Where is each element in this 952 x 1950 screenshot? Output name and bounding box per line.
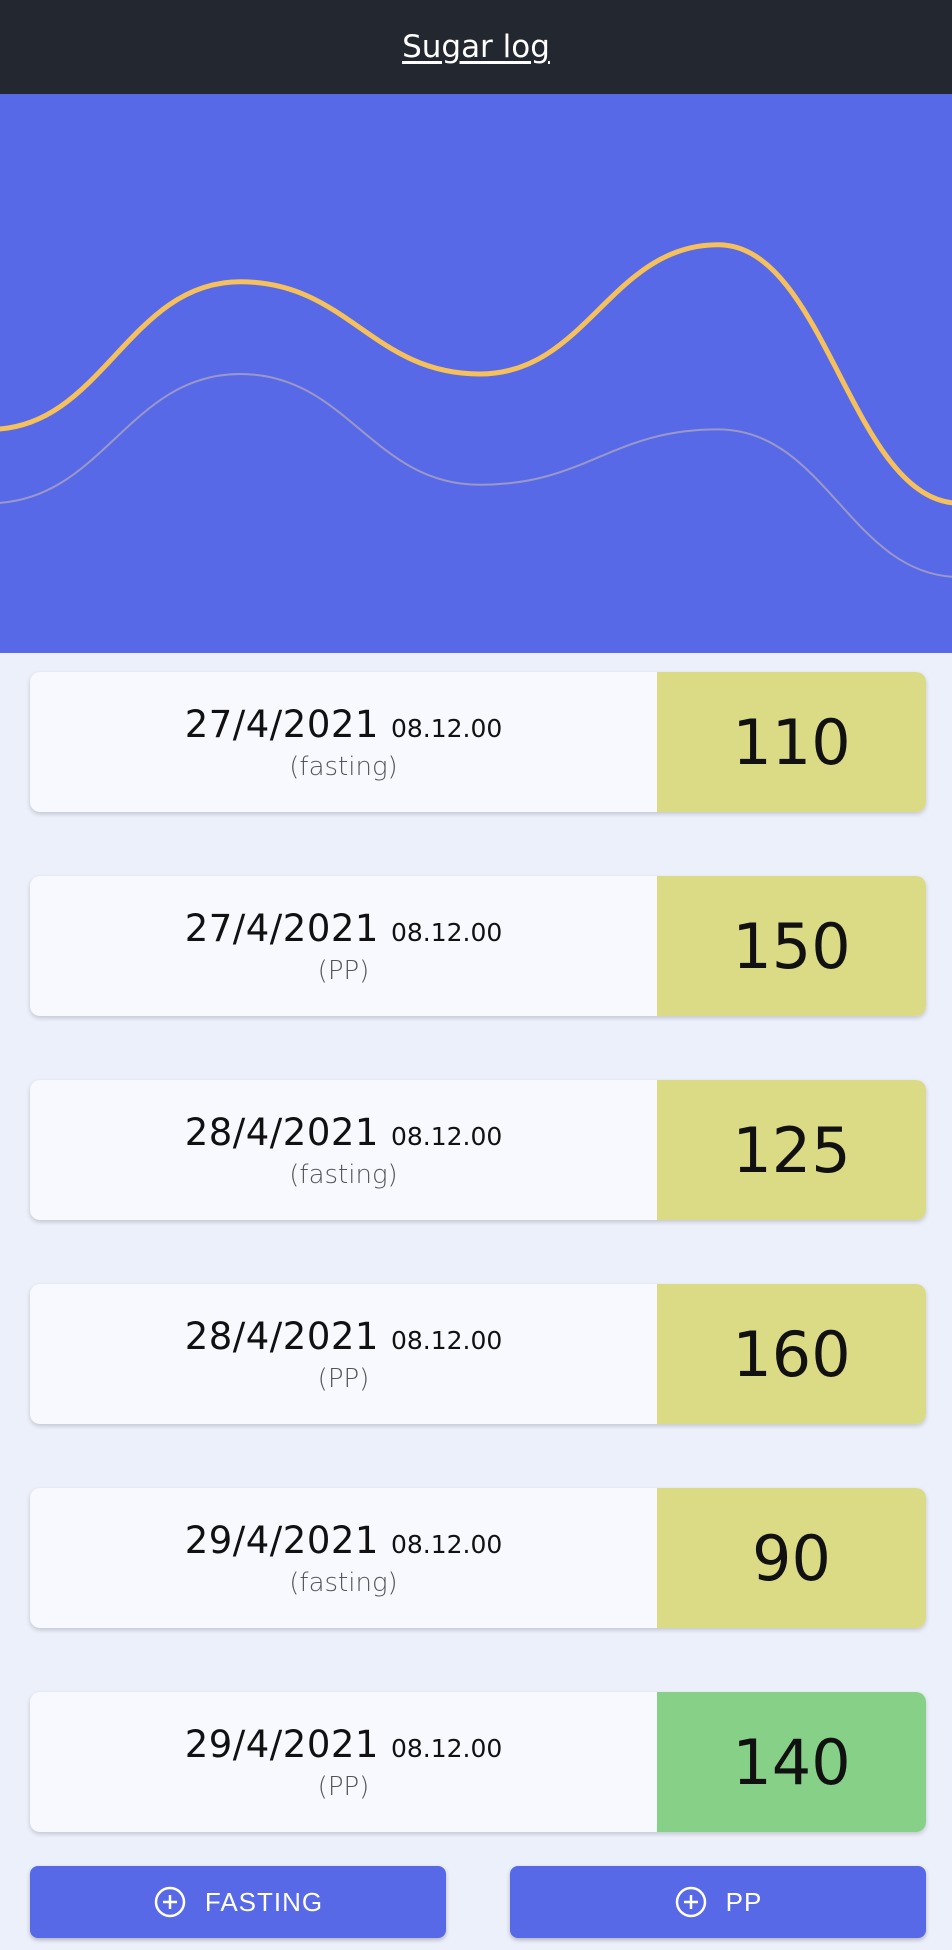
log-entry-type: (fasting)	[289, 1567, 398, 1598]
sugar-chart	[0, 94, 952, 653]
log-entry-type: (fasting)	[289, 751, 398, 782]
log-entry-time: 08.12.00	[390, 1325, 503, 1355]
log-entry-time: 08.12.00	[390, 1733, 503, 1763]
log-entry-value: 150	[657, 876, 926, 1016]
log-entry-time: 08.12.00	[390, 1121, 503, 1151]
log-entry-date: 28/4/2021	[184, 1314, 379, 1358]
log-entry-info: 27/4/2021 08.12.00 (PP)	[30, 876, 657, 1016]
chart-series-secondary-line	[0, 372, 952, 578]
log-entry-type: (fasting)	[289, 1159, 398, 1190]
log-entry[interactable]: 29/4/2021 08.12.00 (PP) 140	[30, 1692, 926, 1832]
log-entry[interactable]: 27/4/2021 08.12.00 (PP) 150	[30, 876, 926, 1016]
sugar-chart-svg	[0, 242, 952, 578]
log-entry-time: 08.12.00	[390, 917, 503, 947]
log-entry-type: (PP)	[317, 1363, 370, 1394]
log-entry-datetime: 27/4/2021 08.12.00	[185, 907, 503, 950]
log-entry[interactable]: 28/4/2021 08.12.00 (fasting) 125	[30, 1080, 926, 1220]
plus-circle-icon	[674, 1885, 708, 1919]
log-entry-date: 29/4/2021	[184, 1722, 379, 1766]
app-title[interactable]: Sugar log	[402, 29, 550, 65]
log-entry[interactable]: 27/4/2021 08.12.00 (fasting) 110	[30, 672, 926, 812]
log-entry-info: 27/4/2021 08.12.00 (fasting)	[30, 672, 657, 812]
log-entry-datetime: 29/4/2021 08.12.00	[185, 1723, 503, 1766]
log-entry-value: 110	[657, 672, 926, 812]
log-entry-type: (PP)	[317, 1771, 370, 1802]
log-entry-value: 160	[657, 1284, 926, 1424]
app-bar: Sugar log	[0, 0, 952, 94]
log-entry-info: 28/4/2021 08.12.00 (PP)	[30, 1284, 657, 1424]
log-entry-date: 29/4/2021	[184, 1518, 379, 1562]
log-entry-datetime: 27/4/2021 08.12.00	[185, 703, 503, 746]
add-fasting-label: FASTING	[204, 1886, 324, 1917]
log-entry-value: 90	[657, 1488, 926, 1628]
log-entry-info: 28/4/2021 08.12.00 (fasting)	[30, 1080, 657, 1220]
chart-series-primary-line	[0, 242, 952, 505]
log-entry-time: 08.12.00	[390, 1529, 503, 1559]
log-entry-value: 125	[657, 1080, 926, 1220]
log-entry-datetime: 28/4/2021 08.12.00	[185, 1315, 503, 1358]
log-entry-date: 27/4/2021	[184, 702, 379, 746]
log-entry-info: 29/4/2021 08.12.00 (fasting)	[30, 1488, 657, 1628]
log-entry[interactable]: 29/4/2021 08.12.00 (fasting) 90	[30, 1488, 926, 1628]
add-pp-button[interactable]: PP	[510, 1866, 926, 1938]
log-entry-date: 28/4/2021	[184, 1110, 379, 1154]
log-entry-type: (PP)	[317, 955, 370, 986]
add-pp-label: PP	[725, 1886, 763, 1917]
log-entry-date: 27/4/2021	[184, 906, 379, 950]
log-entry[interactable]: 28/4/2021 08.12.00 (PP) 160	[30, 1284, 926, 1424]
log-entry-time: 08.12.00	[390, 713, 503, 743]
log-entry-datetime: 29/4/2021 08.12.00	[185, 1519, 503, 1562]
log-entry-info: 29/4/2021 08.12.00 (PP)	[30, 1692, 657, 1832]
log-entry-datetime: 28/4/2021 08.12.00	[185, 1111, 503, 1154]
add-fasting-button[interactable]: FASTING	[30, 1866, 446, 1938]
plus-circle-icon	[153, 1885, 187, 1919]
log-entry-value: 140	[657, 1692, 926, 1832]
